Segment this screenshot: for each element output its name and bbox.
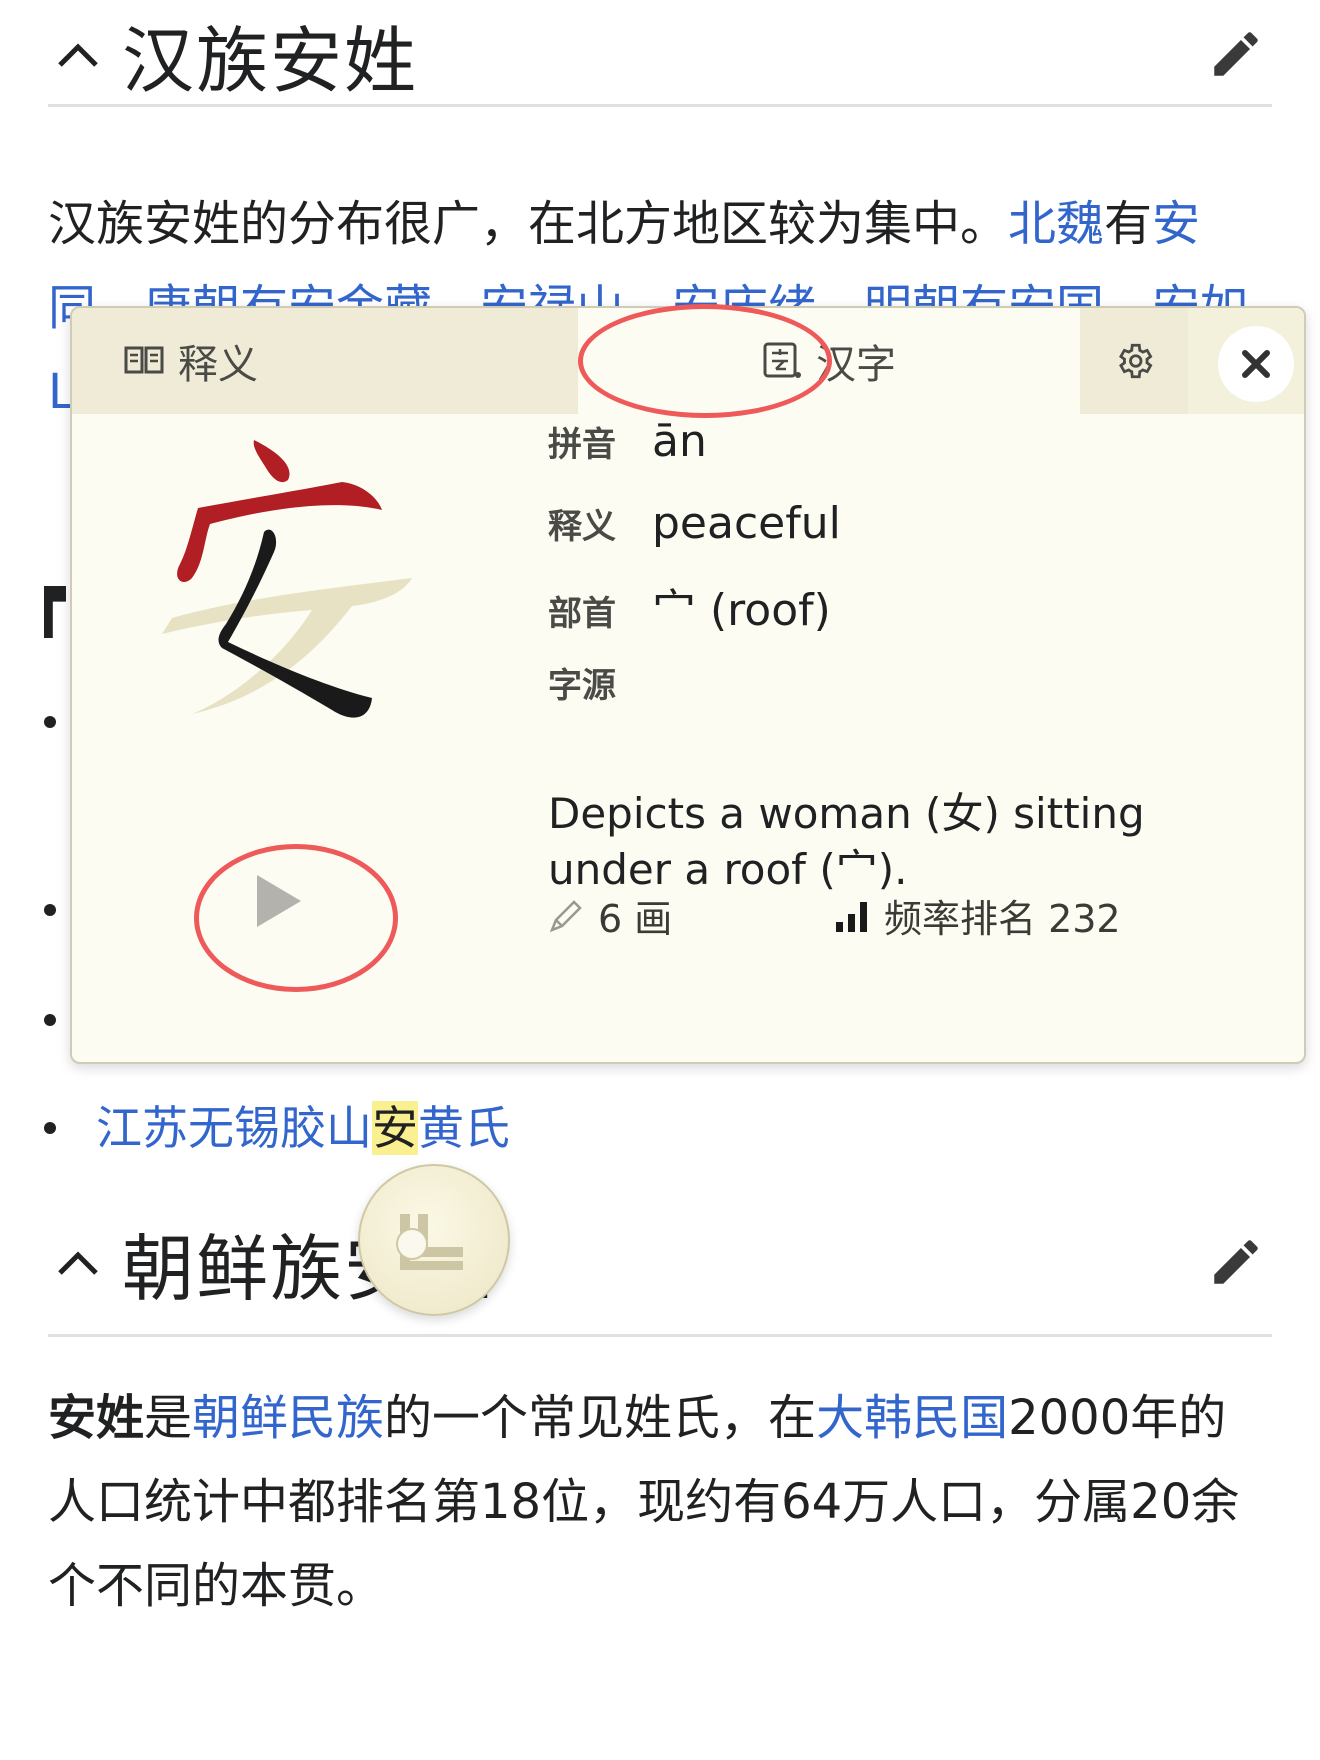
magnifier-knob[interactable] xyxy=(396,1228,428,1260)
close-icon[interactable] xyxy=(1218,326,1294,402)
pinyin-value: ān xyxy=(652,416,707,467)
frequency-value: 频率排名 232 xyxy=(884,897,1121,941)
para-line-1: 安姓是朝鲜民族的一个常见姓氏，在大韩民国2000年的 xyxy=(48,1376,1272,1460)
text-selection-magnifier[interactable] xyxy=(358,1164,510,1316)
frequency-rank: 频率排名 232 xyxy=(834,888,1121,943)
radical-label: 部首 xyxy=(548,594,616,634)
meaning-label: 释义 xyxy=(548,507,616,547)
edit-pencil-icon[interactable] xyxy=(1200,18,1272,90)
section-header-han: 汉族安姓 xyxy=(48,4,1272,107)
para-text: 2000年的 xyxy=(1008,1390,1227,1446)
link-an[interactable]: 安 xyxy=(1152,196,1200,252)
section-title: 汉族安姓 xyxy=(122,18,419,103)
bullet-dot xyxy=(44,716,56,728)
para-text: 有 xyxy=(1104,196,1153,252)
section-header-korean: 朝鲜族安姓 xyxy=(48,1190,1272,1337)
pinyin-row: 拼音 ān xyxy=(548,416,707,467)
stroke-count-value: 6 画 xyxy=(598,897,673,941)
book-icon xyxy=(124,344,164,378)
para-line-3: 个不同的本贯。 xyxy=(48,1558,385,1614)
radical-value: 宀 (roof) xyxy=(652,585,831,636)
tab-definition[interactable]: 释义 xyxy=(72,308,578,414)
para-text: 的一个常见姓氏，在 xyxy=(384,1390,817,1446)
tab-label: 释义 xyxy=(178,342,258,388)
etymology-text: Depicts a woman (女) sitting under a roof… xyxy=(548,789,1145,894)
collapse-chevron-icon[interactable] xyxy=(48,24,108,84)
settings-gear-icon[interactable] xyxy=(1080,308,1188,414)
bullet-dot xyxy=(44,904,56,916)
highlighted-char[interactable]: 安 xyxy=(372,1101,418,1155)
link-beiwei[interactable]: 北魏 xyxy=(1008,196,1104,252)
hidden-heading-fragment xyxy=(44,586,66,638)
list-item-link[interactable]: 江苏无锡胶山 xyxy=(96,1101,372,1155)
annotation-circle-play xyxy=(194,844,398,992)
bold-term: 安姓 xyxy=(48,1390,145,1446)
bullet-dot xyxy=(44,1014,56,1026)
radical-row: 部首 宀 (roof) xyxy=(548,574,831,638)
pinyin-label: 拼音 xyxy=(548,425,616,465)
section2-paragraph: 安姓是朝鲜民族的一个常见姓氏，在大韩民国2000年的 人口统计中都排名第18位，… xyxy=(48,1376,1272,1628)
para-text: 是 xyxy=(144,1390,193,1446)
meaning-value: peaceful xyxy=(652,498,841,549)
link-south-korea[interactable]: 大韩民国 xyxy=(816,1390,1008,1446)
collapse-chevron-icon[interactable] xyxy=(48,1232,108,1292)
list-item[interactable]: 江苏无锡胶山安黄氏 xyxy=(96,1094,510,1162)
pencil-icon xyxy=(548,898,584,934)
para-text: 汉族安姓的分布很广，在北方地区较为集中。 xyxy=(48,196,1009,252)
bar-chart-icon xyxy=(834,898,870,934)
stroke-order-character xyxy=(132,428,462,778)
bullet-dot xyxy=(44,1122,56,1134)
stroke-count: 6 画 xyxy=(548,888,672,943)
para-line-1: 汉族安姓的分布很广，在北方地区较为集中。北魏有安 xyxy=(48,182,1272,266)
meaning-row: 释义 peaceful xyxy=(548,498,841,549)
para-line-2: 人口统计中都排名第18位，现约有64万人口，分属20余 xyxy=(48,1474,1240,1530)
list-item-link[interactable]: 黄氏 xyxy=(418,1101,510,1155)
edit-pencil-icon[interactable] xyxy=(1200,1226,1272,1298)
link-korean-people[interactable]: 朝鲜民族 xyxy=(192,1390,384,1446)
etymology-label: 字源 xyxy=(548,666,616,706)
etymology-row: 字源 xyxy=(548,658,652,707)
annotation-circle-hanzi-tab xyxy=(578,304,832,418)
